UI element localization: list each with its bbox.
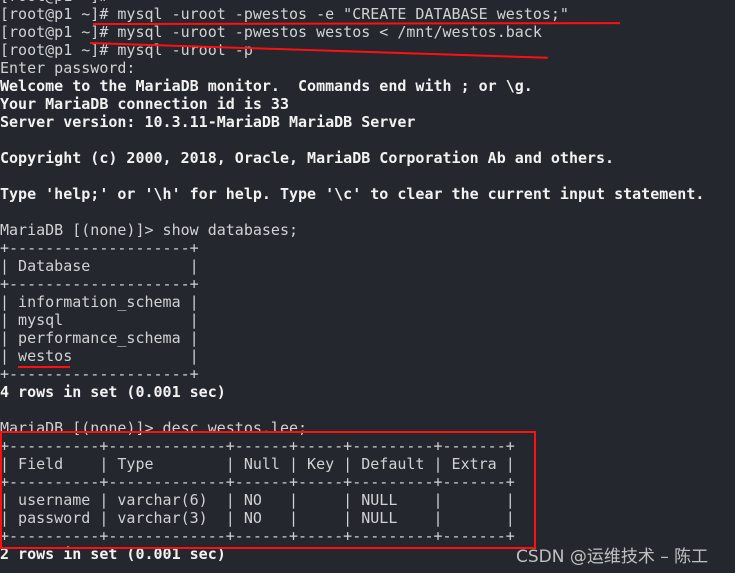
- terminal-line: 4 rows in set (0.001 sec): [0, 383, 226, 401]
- terminal-line: +--------------------+: [0, 239, 199, 257]
- annotation-box-desc-table: [0, 431, 536, 549]
- terminal-line: | information_schema |: [0, 293, 199, 311]
- terminal-line: Type 'help;' or '\h' for help. Type '\c'…: [0, 185, 705, 203]
- terminal-line: MariaDB [(none)]> show databases;: [0, 221, 299, 239]
- terminal-line: Welcome to the MariaDB monitor. Commands…: [0, 77, 533, 95]
- terminal-line: [root@p1 ~]# mysql -uroot -pwestos -e "C…: [0, 5, 569, 23]
- terminal-line: | westos |: [0, 347, 199, 365]
- terminal-line: | performance_schema |: [0, 329, 199, 347]
- terminal-line: Server version: 10.3.11-MariaDB MariaDB …: [0, 113, 416, 131]
- terminal-line: | mysql |: [0, 311, 199, 329]
- terminal-line: Copyright (c) 2000, 2018, Oracle, MariaD…: [0, 149, 615, 167]
- terminal-line: Your MariaDB connection id is 33: [0, 95, 289, 113]
- terminal-line: Enter password:: [0, 59, 136, 77]
- terminal-line: | Database |: [0, 257, 199, 275]
- terminal-line: [root@p1 ~]# mysql -uroot -pwestos westo…: [0, 23, 542, 41]
- terminal-line: +--------------------+: [0, 365, 199, 383]
- annotation-underline-westos: [18, 366, 70, 368]
- watermark: CSDN @运维技术 – 陈工: [516, 547, 709, 567]
- terminal-line: +--------------------+: [0, 275, 199, 293]
